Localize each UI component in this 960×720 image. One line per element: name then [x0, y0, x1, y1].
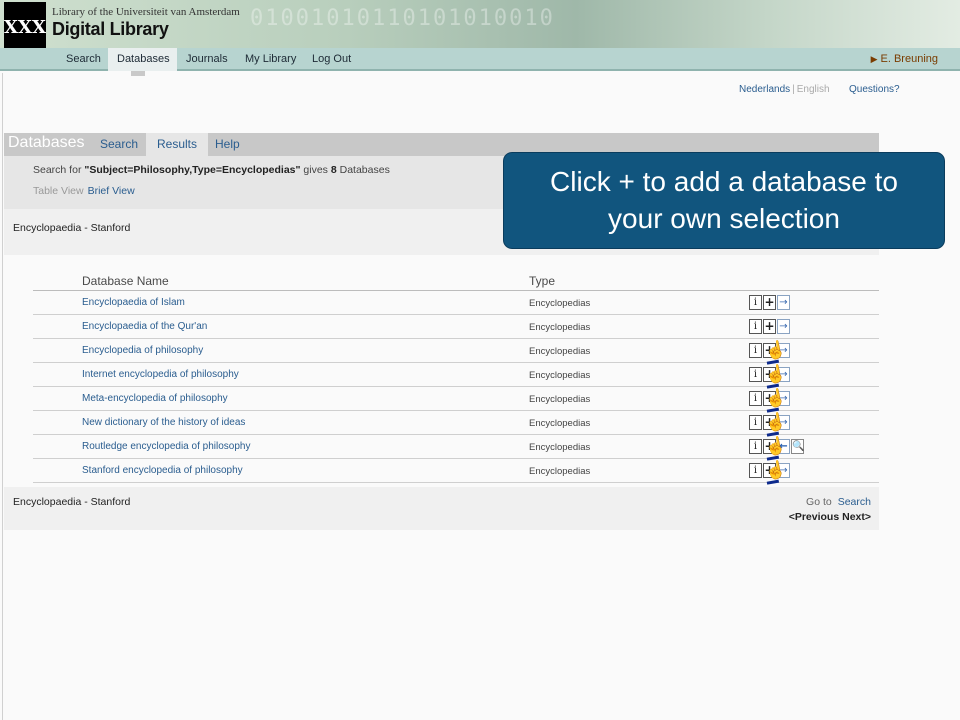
results-table: Database Name Type Encyclopaedia of Isla… — [33, 271, 879, 483]
col-header-type: Type — [529, 274, 556, 288]
header-decoration: 01001010110101010010 — [250, 6, 555, 31]
database-type: Encyclopedias — [529, 466, 591, 477]
database-type: Encyclopedias — [529, 394, 591, 405]
database-type: Encyclopedias — [529, 346, 591, 357]
user-name: E. Breuning — [880, 53, 938, 65]
pointer-hand-icon: ☝ — [763, 387, 788, 410]
lang-dutch-link[interactable]: Nederlands — [739, 84, 790, 95]
database-name-link[interactable]: Encyclopaedia of Islam — [82, 297, 185, 308]
site-title: Digital Library — [52, 19, 169, 39]
tutorial-callout: Click + to add a database to your own se… — [503, 152, 945, 249]
info-icon[interactable]: i — [749, 415, 762, 430]
database-name-link[interactable]: Routledge encyclopedia of philosophy — [82, 441, 250, 452]
col-header-name: Database Name — [82, 274, 169, 288]
go-arrow-icon[interactable]: → — [777, 295, 790, 310]
add-to-selection-icon[interactable]: + — [763, 319, 776, 334]
nav-my-library[interactable]: My Library — [236, 48, 305, 71]
page-left-border — [2, 73, 3, 720]
table-body: Encyclopaedia of Islam Encyclopedias i + → En… — [33, 291, 879, 483]
tab-search[interactable]: Search — [89, 133, 149, 156]
search-query: "Subject=Philosophy,Type=Encyclopedias" — [84, 164, 301, 176]
goto-label: Go to — [806, 496, 832, 508]
main-nav: Search Databases Journals My Library Log… — [0, 48, 960, 71]
table-row: Meta-encyclopedia of philosophy Encyclope… — [33, 387, 879, 411]
info-icon[interactable]: i — [749, 439, 762, 454]
database-type: Encyclopedias — [529, 370, 591, 381]
info-icon[interactable]: i — [749, 367, 762, 382]
user-arrow-icon: ▶ — [870, 54, 878, 64]
add-to-selection-icon[interactable]: + — [763, 295, 776, 310]
strip-label-bottom: Encyclopaedia - Stanford — [13, 496, 131, 508]
table-header: Database Name Type — [33, 271, 879, 291]
pagination: Go to Search <Previous Next> — [789, 495, 871, 525]
database-name-link[interactable]: Internet encyclopedia of philosophy — [82, 369, 239, 380]
info-icon[interactable]: i — [749, 319, 762, 334]
active-nav-indicator — [131, 71, 145, 76]
strip-label-top: Encyclopaedia - Stanford — [13, 222, 131, 234]
database-type: Encyclopedias — [529, 418, 591, 429]
pointer-hand-icon: ☝ — [763, 435, 788, 458]
go-arrow-icon[interactable]: → — [777, 319, 790, 334]
search-prefix: Search for — [33, 164, 85, 176]
database-type: Encyclopedias — [529, 442, 591, 453]
info-icon[interactable]: i — [749, 343, 762, 358]
row-actions: i + → — [749, 319, 790, 334]
info-icon[interactable]: i — [749, 463, 762, 478]
section-title: Databases — [8, 134, 85, 151]
callout-line-1: Click + to add a database to — [550, 166, 898, 197]
language-switch: Nederlands | English — [739, 84, 830, 95]
table-row: Encyclopaedia of Islam Encyclopedias i + → — [33, 291, 879, 315]
pointer-hand-icon: ☝ — [763, 339, 788, 362]
nav-journals[interactable]: Journals — [177, 48, 237, 71]
table-row: Internet encyclopedia of philosophy Encyc… — [33, 363, 879, 387]
next-link[interactable]: Next> — [842, 511, 871, 523]
results-footer-strip: Encyclopaedia - Stanford Go to Search <Pr… — [4, 487, 879, 530]
database-name-link[interactable]: Meta-encyclopedia of philosophy — [82, 393, 228, 404]
pointer-hand-icon: ☝ — [763, 459, 788, 482]
table-row: Stanford encyclopedia of philosophy Encyc… — [33, 459, 879, 483]
database-name-link[interactable]: New dictionary of the history of ideas — [82, 417, 245, 428]
brief-view-link[interactable]: Brief View — [88, 185, 135, 197]
table-row: Encyclopaedia of the Qur'an Encyclopedias… — [33, 315, 879, 339]
search-summary-text: Search for "Subject=Philosophy,Type=Ency… — [33, 164, 390, 176]
lang-separator: | — [792, 84, 795, 95]
pointer-hand-icon: ☝ — [763, 411, 788, 434]
search-suffix: Databases — [336, 164, 390, 176]
previous-link[interactable]: <Previous — [789, 511, 840, 523]
database-name-link[interactable]: Stanford encyclopedia of philosophy — [82, 465, 243, 476]
pointer-hand-icon: ☝ — [763, 363, 788, 386]
tab-results[interactable]: Results — [146, 133, 209, 156]
database-type: Encyclopedias — [529, 298, 591, 309]
view-switch: Table View Brief View — [33, 185, 135, 197]
table-row: New dictionary of the history of ideas En… — [33, 411, 879, 435]
nav-databases[interactable]: Databases — [108, 48, 177, 71]
goto-search-link[interactable]: Search — [838, 496, 871, 508]
site-header: 01001010110101010010 XXX Library of the … — [0, 0, 960, 48]
table-view-label: Table View — [33, 185, 84, 197]
row-actions: i + → — [749, 295, 790, 310]
user-menu[interactable]: ▶ E. Breuning — [871, 48, 938, 71]
table-row: Encyclopedia of philosophy Encyclopedias i… — [33, 339, 879, 363]
info-icon[interactable]: i — [749, 391, 762, 406]
search-gives: gives — [300, 164, 331, 176]
callout-line-2: your own selection — [608, 203, 840, 234]
tab-help[interactable]: Help — [204, 133, 251, 156]
questions-link[interactable]: Questions? — [849, 84, 900, 95]
info-icon[interactable]: i — [749, 295, 762, 310]
database-name-link[interactable]: Encyclopedia of philosophy — [82, 345, 203, 356]
nav-log-out[interactable]: Log Out — [303, 48, 360, 71]
table-row: Routledge encyclopedia of philosophy Ency… — [33, 435, 879, 459]
database-name-link[interactable]: Encyclopaedia of the Qur'an — [82, 321, 207, 332]
database-type: Encyclopedias — [529, 322, 591, 333]
lang-english: English — [796, 84, 830, 95]
university-name: Library of the Universiteit van Amsterda… — [52, 6, 240, 18]
magnifier-icon[interactable]: 🔍 — [791, 439, 804, 454]
nav-search[interactable]: Search — [57, 48, 110, 71]
logo-text: XXX — [4, 17, 46, 38]
uva-logo[interactable]: XXX — [4, 2, 46, 48]
